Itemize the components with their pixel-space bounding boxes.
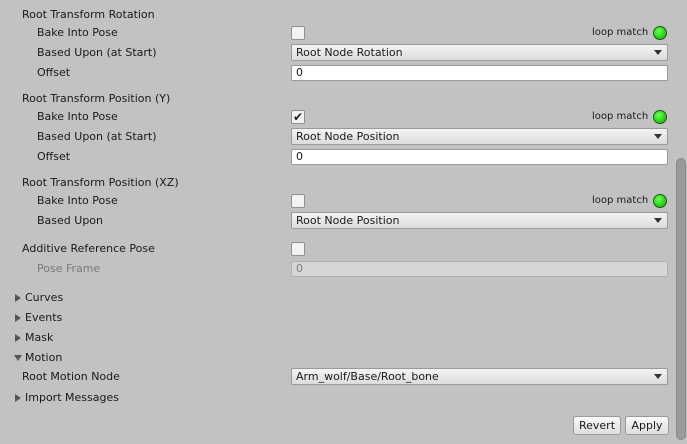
pose-frame-field: 0 <box>291 261 668 277</box>
position-y-bake-into-pose-label: Bake Into Pose <box>37 110 118 123</box>
rotation-loop-match-icon <box>653 26 667 40</box>
triangle-right-icon <box>14 333 24 343</box>
pose-frame-label: Pose Frame <box>37 262 101 275</box>
rotation-based-upon-label: Based Upon (at Start) <box>37 46 157 59</box>
rotation-offset-label: Offset <box>37 66 71 79</box>
position-xz-based-upon-dropdown[interactable]: Root Node Position <box>291 212 668 229</box>
root-motion-node-value: Arm_wolf/Base/Root_bone <box>296 370 439 383</box>
rotation-bake-into-pose-label: Bake Into Pose <box>37 26 118 39</box>
position-xz-bake-into-pose-label: Bake Into Pose <box>37 194 118 207</box>
import-messages-foldout[interactable]: Import Messages <box>14 391 119 405</box>
position-y-bake-into-pose-checkbox[interactable]: ✔ <box>291 110 305 124</box>
root-transform-position-y-header: Root Transform Position (Y) <box>22 92 171 105</box>
mask-foldout-label: Mask <box>25 331 54 344</box>
root-transform-position-xz-header: Root Transform Position (XZ) <box>22 176 179 189</box>
root-motion-node-label: Root Motion Node <box>22 370 120 383</box>
checkmark-icon: ✔ <box>292 110 304 124</box>
position-xz-based-upon-label: Based Upon <box>37 214 103 227</box>
caret-down-icon <box>654 374 662 379</box>
position-y-offset-field[interactable]: 0 <box>291 149 668 165</box>
triangle-down-icon <box>14 353 24 363</box>
rotation-based-upon-dropdown[interactable]: Root Node Rotation <box>291 44 668 61</box>
rotation-offset-field[interactable]: 0 <box>291 65 668 81</box>
position-xz-loop-match-icon <box>653 194 667 208</box>
position-xz-based-upon-value: Root Node Position <box>296 214 400 227</box>
root-motion-node-dropdown[interactable]: Arm_wolf/Base/Root_bone <box>291 368 668 385</box>
triangle-right-icon <box>14 293 24 303</box>
root-transform-rotation-header: Root Transform Rotation <box>22 8 155 21</box>
position-y-loop-match-label: loop match <box>592 111 649 122</box>
caret-down-icon <box>654 50 662 55</box>
apply-button[interactable]: Apply <box>625 416 669 435</box>
position-y-loop-match-icon <box>653 110 667 124</box>
additive-reference-pose-label: Additive Reference Pose <box>22 242 155 255</box>
position-xz-bake-into-pose-checkbox[interactable] <box>291 194 305 208</box>
position-y-based-upon-value: Root Node Position <box>296 130 400 143</box>
rotation-based-upon-value: Root Node Rotation <box>296 46 403 59</box>
events-foldout[interactable]: Events <box>14 311 62 325</box>
additive-reference-pose-checkbox[interactable] <box>291 242 305 256</box>
revert-button[interactable]: Revert <box>573 416 621 435</box>
caret-down-icon <box>654 134 662 139</box>
position-xz-loop-match-label: loop match <box>592 195 649 206</box>
triangle-right-icon <box>14 313 24 323</box>
scrollbar-thumb[interactable] <box>676 158 686 440</box>
events-foldout-label: Events <box>25 311 63 324</box>
curves-foldout[interactable]: Curves <box>14 291 63 305</box>
caret-down-icon <box>654 218 662 223</box>
motion-foldout[interactable]: Motion <box>14 351 62 365</box>
animation-clip-inspector: Root Transform Rotation Bake Into Pose l… <box>0 0 687 444</box>
position-y-based-upon-dropdown[interactable]: Root Node Position <box>291 128 668 145</box>
rotation-loop-match-label: loop match <box>592 27 649 38</box>
mask-foldout[interactable]: Mask <box>14 331 53 345</box>
rotation-bake-into-pose-checkbox[interactable] <box>291 26 305 40</box>
import-messages-foldout-label: Import Messages <box>25 391 119 404</box>
curves-foldout-label: Curves <box>25 291 64 304</box>
position-y-based-upon-label: Based Upon (at Start) <box>37 130 157 143</box>
motion-foldout-label: Motion <box>25 351 63 364</box>
position-y-offset-label: Offset <box>37 150 71 163</box>
triangle-right-icon <box>14 393 24 403</box>
